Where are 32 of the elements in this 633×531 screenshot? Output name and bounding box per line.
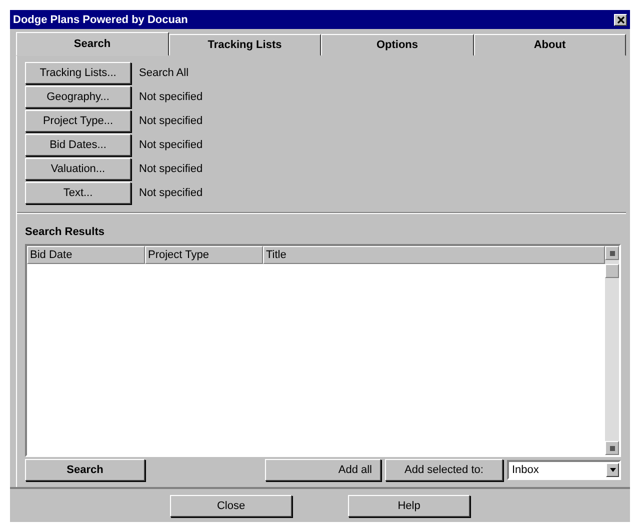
criteria-button[interactable]: Geography...: [25, 86, 131, 108]
scroll-thumb[interactable]: [605, 264, 619, 278]
tab[interactable]: About: [474, 34, 626, 56]
criteria-button[interactable]: Tracking Lists...: [25, 62, 131, 84]
criteria-button[interactable]: Bid Dates...: [25, 134, 131, 156]
criteria-value: Not specified: [139, 187, 203, 199]
criteria-button[interactable]: Text...: [25, 182, 131, 204]
criteria-button[interactable]: Valuation...: [25, 158, 131, 180]
destination-dropdown[interactable]: Inbox: [507, 460, 621, 480]
add-selected-button[interactable]: Add selected to:: [385, 459, 503, 481]
column-header[interactable]: Bid Date: [27, 246, 145, 264]
tab[interactable]: Options: [321, 34, 474, 56]
criteria-value: Search All: [139, 67, 189, 79]
dialog-button[interactable]: Help: [348, 495, 470, 517]
criteria-button[interactable]: Project Type...: [25, 110, 131, 132]
criteria-value: Not specified: [139, 163, 203, 175]
criteria-value: Not specified: [139, 115, 203, 127]
criteria-value: Not specified: [139, 91, 203, 103]
column-header[interactable]: Project Type: [145, 246, 263, 264]
scrollbar[interactable]: [605, 246, 619, 264]
column-header[interactable]: Title: [263, 246, 605, 264]
search-button[interactable]: Search: [25, 459, 145, 481]
tab[interactable]: Tracking Lists: [168, 34, 321, 56]
window-title: Dodge Plans Powered by Docuan: [13, 14, 188, 26]
tab[interactable]: Search: [16, 32, 168, 56]
dialog-button[interactable]: Close: [170, 495, 292, 517]
criteria-value: Not specified: [139, 139, 203, 151]
section-heading: Search Results: [25, 226, 106, 238]
scroll-up-icon[interactable]: [605, 246, 619, 260]
scroll-down-icon[interactable]: [605, 441, 619, 455]
add-all-button[interactable]: Add all: [265, 459, 381, 481]
close-icon[interactable]: [614, 14, 627, 26]
